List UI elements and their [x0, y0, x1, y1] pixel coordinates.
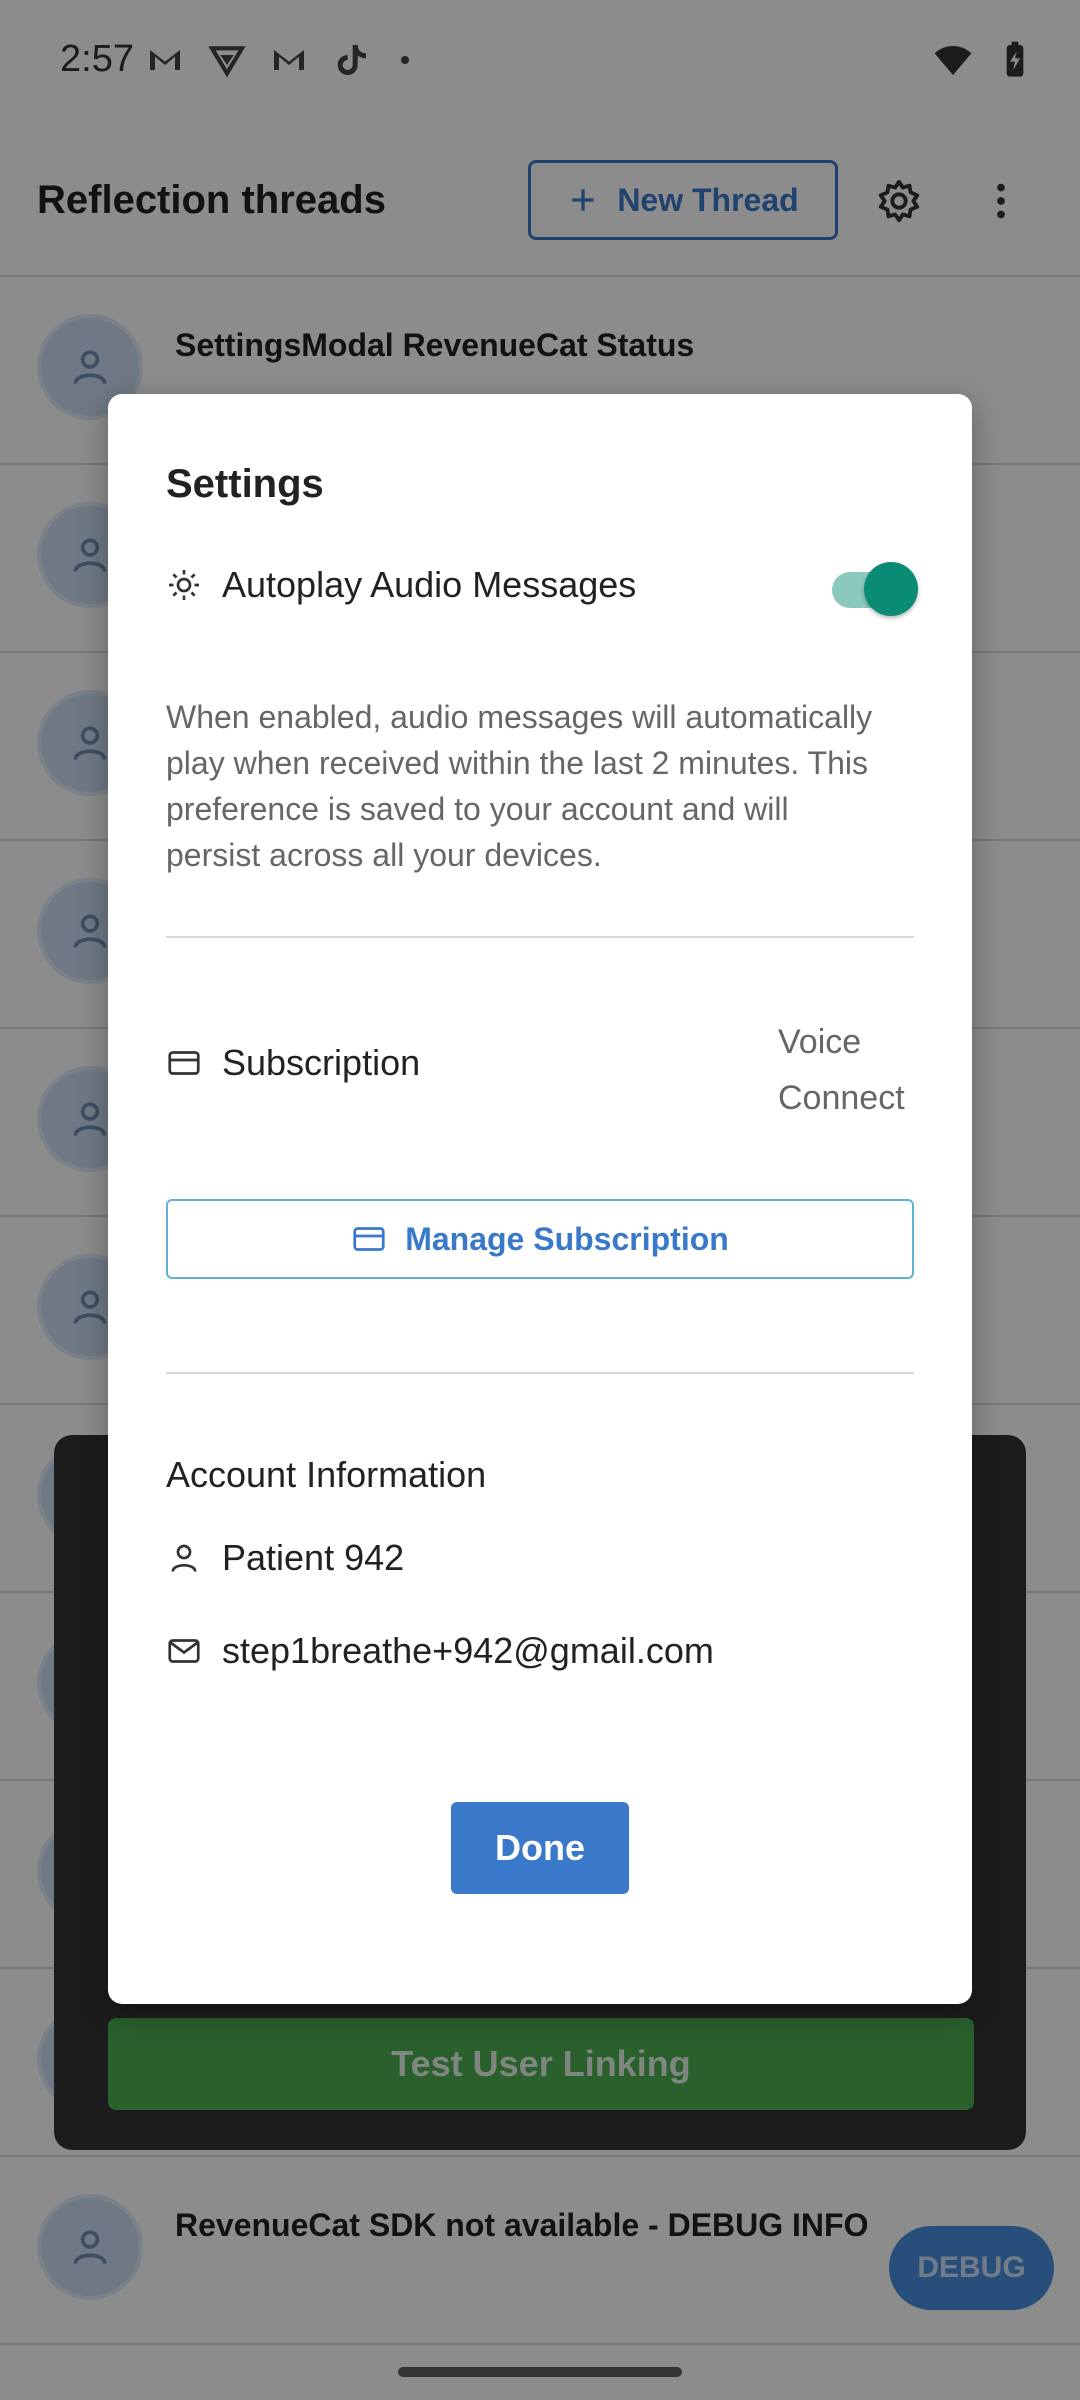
- person-icon: [171, 1544, 197, 1572]
- done-button[interactable]: Done: [451, 1802, 629, 1894]
- divider: [166, 936, 914, 938]
- manage-subscription-button[interactable]: Manage Subscription: [166, 1199, 914, 1279]
- credit-card-icon: [353, 1227, 385, 1251]
- autoplay-toggle[interactable]: [822, 562, 918, 616]
- modal-title: Settings: [166, 462, 324, 506]
- autoplay-description: When enabled, audio messages will automa…: [166, 699, 873, 873]
- autoplay-label: Autoplay Audio Messages: [222, 564, 637, 605]
- credit-card-icon: [168, 1051, 200, 1075]
- subscription-label: Subscription: [222, 1042, 421, 1083]
- subscription-value: Voice Connect: [778, 1023, 905, 1117]
- settings-modal: Settings Autoplay Audio Messages When en…: [108, 394, 972, 2004]
- toggle-thumb: [864, 562, 918, 616]
- sun-icon: [169, 570, 199, 600]
- account-email-row: step1breathe+942@gmail.com: [166, 1630, 714, 1672]
- manage-subscription-label: Manage Subscription: [405, 1220, 729, 1257]
- mail-icon: [168, 1639, 200, 1663]
- account-email: step1breathe+942@gmail.com: [222, 1630, 714, 1671]
- subscription-row: Subscription: [166, 1042, 420, 1084]
- divider: [166, 1372, 914, 1374]
- home-indicator[interactable]: [398, 2367, 682, 2377]
- account-section-title: Account Information: [166, 1454, 487, 1495]
- autoplay-row: Autoplay Audio Messages: [166, 564, 636, 606]
- account-name: Patient 942: [222, 1537, 405, 1578]
- account-name-row: Patient 942: [166, 1537, 404, 1579]
